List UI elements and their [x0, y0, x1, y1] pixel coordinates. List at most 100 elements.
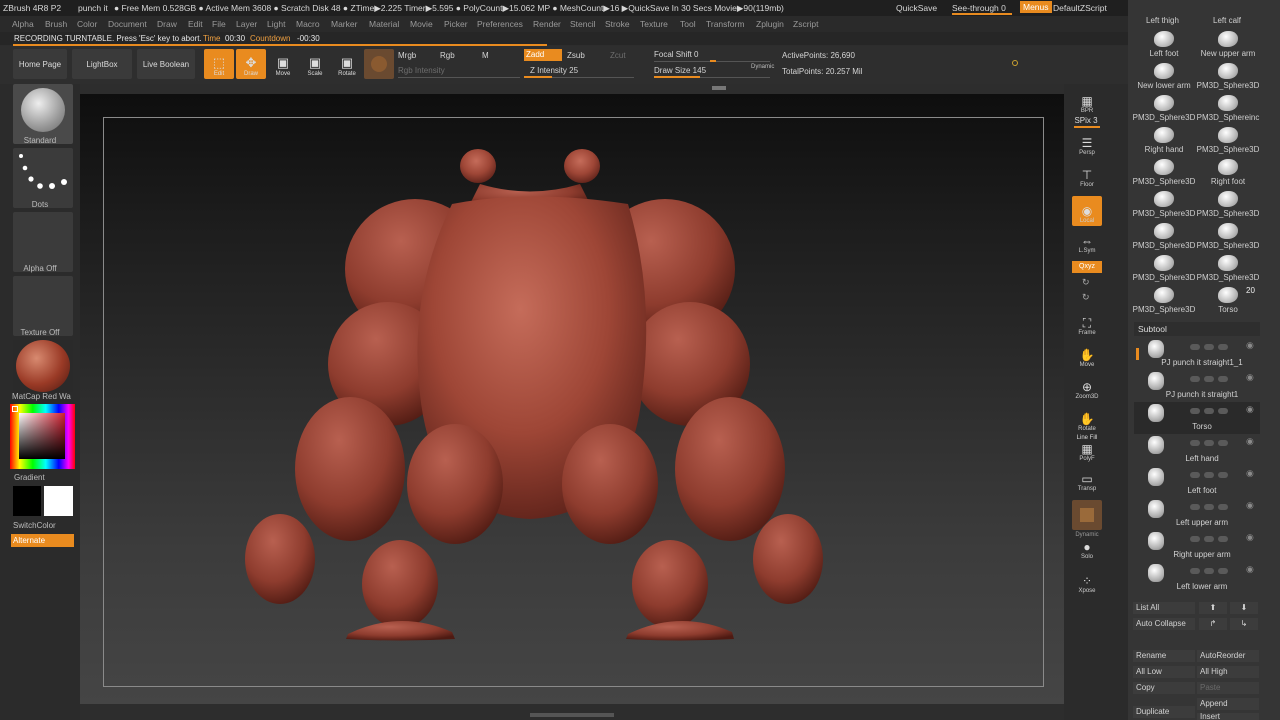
rotate-view-button[interactable]: ✋ Rotate	[1072, 404, 1102, 434]
menus-toggle[interactable]: Menus	[1020, 1, 1052, 13]
menu-marker[interactable]: Marker	[331, 19, 357, 29]
subtool-thumb-left-thigh[interactable]: Left thigh	[1146, 16, 1179, 25]
move-down-button[interactable]: ⬇	[1230, 602, 1258, 614]
menu-alpha[interactable]: Alpha	[12, 19, 34, 29]
menu-file[interactable]: File	[212, 19, 226, 29]
polypaint-toggle[interactable]	[1190, 440, 1200, 446]
alternate-button[interactable]: Alternate	[11, 534, 74, 547]
folder-toggle[interactable]	[1218, 536, 1228, 542]
transp-button[interactable]: ▭ Transp	[1072, 468, 1102, 494]
menu-zscript[interactable]: Zscript	[793, 19, 819, 29]
auto-reorder-button[interactable]: AutoReorder	[1197, 650, 1259, 662]
eye-icon[interactable]: ◉	[1246, 340, 1254, 351]
eye-icon[interactable]: ◉	[1246, 468, 1254, 479]
local-button[interactable]: ◉ Local	[1072, 196, 1102, 226]
draw-button[interactable]: ✥ Draw	[236, 49, 266, 79]
menu-texture[interactable]: Texture	[640, 19, 668, 29]
eye-icon[interactable]: ◉	[1246, 436, 1254, 447]
canvas-bottom-handle[interactable]	[530, 713, 614, 717]
eye-icon[interactable]: ◉	[1246, 532, 1254, 543]
tool-thumb-9[interactable]: Right foot	[1196, 156, 1260, 186]
lsym-button[interactable]: ⇔ L.Sym	[1072, 230, 1102, 256]
quicksave-button[interactable]: QuickSave	[896, 3, 937, 13]
z-intensity-slider[interactable]: Z Intensity 25	[530, 66, 578, 75]
primary-color-swatch[interactable]	[44, 486, 73, 516]
menu-stencil[interactable]: Stencil	[570, 19, 596, 29]
menu-render[interactable]: Render	[533, 19, 561, 29]
polypaint-toggle[interactable]	[1190, 504, 1200, 510]
persp-button[interactable]: ☰ Persp	[1072, 130, 1102, 158]
folder-toggle[interactable]	[1218, 376, 1228, 382]
light-position-icon[interactable]	[1012, 60, 1018, 66]
tool-thumb-8[interactable]: PM3D_Sphere3D	[1132, 156, 1196, 186]
menu-material[interactable]: Material	[369, 19, 399, 29]
bpr-button[interactable]: ▦ BPR	[1072, 86, 1102, 116]
rename-button[interactable]: Rename	[1133, 650, 1195, 662]
tool-thumb-0[interactable]: Left foot	[1132, 28, 1196, 58]
eye-icon[interactable]: ◉	[1246, 404, 1254, 415]
home-page-button[interactable]: Home Page	[13, 49, 67, 79]
floor-button[interactable]: ⊤ Floor	[1072, 162, 1102, 190]
folder-toggle[interactable]	[1218, 504, 1228, 510]
subtool-item[interactable]: ◉ PJ punch it straight1	[1134, 370, 1260, 402]
material-thumbnail[interactable]	[13, 340, 73, 392]
eye-icon[interactable]: ◉	[1246, 564, 1254, 575]
polyf-button[interactable]: ▦ PolyF	[1072, 440, 1102, 464]
tool-thumb-7[interactable]: PM3D_Sphere3D	[1196, 124, 1260, 154]
polypaint-toggle[interactable]	[1190, 536, 1200, 542]
copy-button[interactable]: Copy	[1133, 682, 1195, 694]
xpose-button[interactable]: ⁘ Xpose	[1072, 566, 1102, 596]
xyz-button[interactable]: Qxyz	[1072, 261, 1102, 273]
default-zscript-button[interactable]: DefaultZScript	[1053, 3, 1107, 13]
visibility-toggle[interactable]	[1204, 376, 1214, 382]
subtool-header[interactable]: Subtool	[1134, 322, 1260, 336]
menu-macro[interactable]: Macro	[296, 19, 320, 29]
scale-button[interactable]: ▣ Scale	[300, 49, 330, 79]
focal-shift-slider[interactable]: Focal Shift 0	[654, 50, 698, 59]
tool-thumb-12[interactable]: PM3D_Sphere3D	[1132, 220, 1196, 250]
visibility-toggle[interactable]	[1204, 568, 1214, 574]
m-button[interactable]: M	[482, 51, 489, 60]
edit-button[interactable]: ⬚ Edit	[204, 49, 234, 79]
tool-thumb-3[interactable]: PM3D_Sphere3D	[1196, 60, 1260, 90]
alpha-thumbnail[interactable]	[13, 212, 73, 272]
visibility-toggle[interactable]	[1204, 344, 1214, 350]
tool-thumb-14[interactable]: PM3D_Sphere3D	[1132, 252, 1196, 282]
zsub-button[interactable]: Zsub	[567, 51, 585, 60]
color-square[interactable]	[19, 413, 65, 459]
brush-thumbnail[interactable]	[13, 84, 73, 144]
visibility-toggle[interactable]	[1204, 408, 1214, 414]
auto-collapse-button[interactable]: Auto Collapse	[1133, 618, 1195, 630]
move-button[interactable]: ▣ Move	[268, 49, 298, 79]
menu-stroke[interactable]: Stroke	[605, 19, 630, 29]
subtool-thumb-left-calf[interactable]: Left calf	[1213, 16, 1241, 25]
spix-slider[interactable]: SPix 3	[1070, 116, 1102, 125]
paste-button[interactable]: Paste	[1197, 682, 1259, 694]
menu-transform[interactable]: Transform	[706, 19, 744, 29]
ghost-button[interactable]	[1072, 500, 1102, 530]
rgb-button[interactable]: Rgb	[440, 51, 455, 60]
collapse-icon[interactable]: ↱	[1199, 618, 1227, 630]
polypaint-toggle[interactable]	[1190, 568, 1200, 574]
polypaint-toggle[interactable]	[1190, 472, 1200, 478]
tool-thumb-13[interactable]: PM3D_Sphere3D	[1196, 220, 1260, 250]
move-view-button[interactable]: ✋ Move	[1072, 340, 1102, 370]
subtool-item[interactable]: ◉ Left hand	[1134, 434, 1260, 466]
menu-edit[interactable]: Edit	[188, 19, 203, 29]
folder-toggle[interactable]	[1218, 440, 1228, 446]
rotate-y-icon[interactable]: ↻	[1082, 277, 1090, 288]
menu-preferences[interactable]: Preferences	[477, 19, 523, 29]
color-picker[interactable]	[10, 404, 75, 469]
zoom3d-button[interactable]: ⊕ Zoom3D	[1072, 372, 1102, 402]
folder-toggle[interactable]	[1218, 472, 1228, 478]
tool-thumb-2[interactable]: New lower arm	[1132, 60, 1196, 90]
lightbox-button[interactable]: LightBox	[72, 49, 132, 79]
list-all-button[interactable]: List All	[1133, 602, 1195, 614]
visibility-toggle[interactable]	[1204, 472, 1214, 478]
visibility-toggle[interactable]	[1204, 536, 1214, 542]
menu-document[interactable]: Document	[108, 19, 147, 29]
tool-thumb-15[interactable]: PM3D_Sphere3D	[1196, 252, 1260, 282]
character-model[interactable]	[80, 94, 1064, 704]
eye-icon[interactable]: ◉	[1246, 372, 1254, 383]
menu-zplugin[interactable]: Zplugin	[756, 19, 784, 29]
